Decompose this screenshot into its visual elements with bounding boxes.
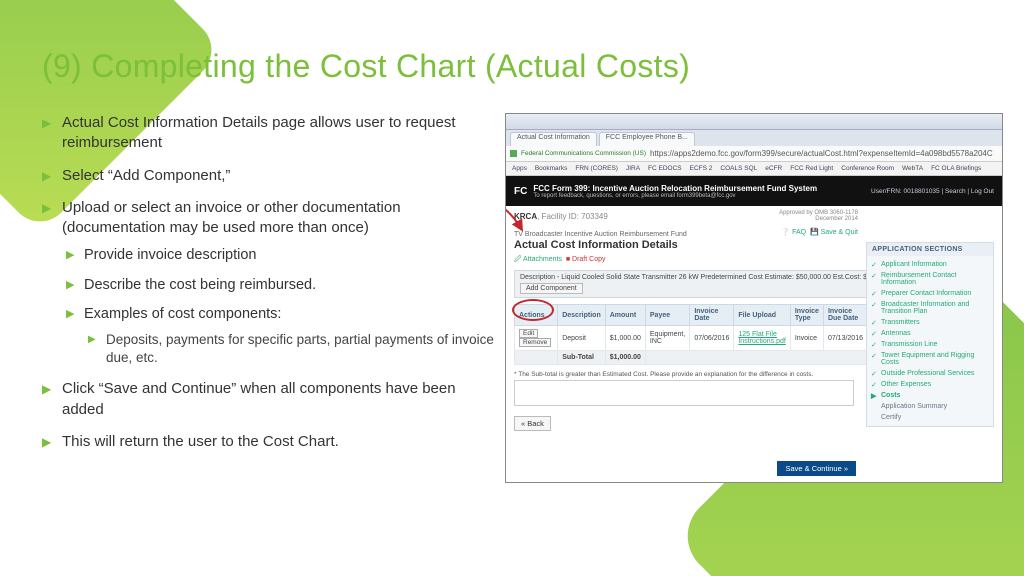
explanation-note: * The Sub-total is greater than Estimate… <box>514 371 854 378</box>
browser-tab[interactable]: FCC Employee Phone B... <box>599 132 695 146</box>
col-invoice-type: Invoice Type <box>790 305 823 326</box>
sidebar-item[interactable]: Reimbursement Contact Information <box>867 270 993 288</box>
entity-name: KRCA, Facility ID: 703349 <box>514 212 994 221</box>
bookmark-item[interactable]: Bookmarks <box>535 165 568 172</box>
sidebar-item[interactable]: Other Expenses <box>867 379 993 390</box>
col-description: Description <box>558 305 606 326</box>
bookmark-item[interactable]: FRN (CORES) <box>575 165 618 172</box>
bullet-l2: Describe the cost being reimbursed. <box>62 276 497 296</box>
add-component-button[interactable]: Add Component <box>520 283 583 294</box>
window-chrome <box>506 114 1002 130</box>
sidebar-item[interactable]: Transmission Line <box>867 339 993 350</box>
bullet-l1: Actual Cost Information Details page all… <box>42 113 497 154</box>
fcc-user-links[interactable]: User/FRN: 0018801035 | Search | Log Out <box>871 188 994 195</box>
explanation-textarea[interactable] <box>514 380 854 406</box>
browser-tabs: Actual Cost Information FCC Employee Pho… <box>506 130 1002 146</box>
slide-bullets: Actual Cost Information Details page all… <box>42 113 497 483</box>
bookmark-item[interactable]: Apps <box>512 165 527 172</box>
browser-tab[interactable]: Actual Cost Information <box>510 132 597 146</box>
url-host: Federal Communications Commission (US) <box>521 150 646 157</box>
bullet-text: Examples of cost components: <box>84 306 281 322</box>
fcc-header: FC FCC Form 399: Incentive Auction Reloc… <box>506 176 1002 206</box>
bookmark-item[interactable]: ECFS 2 <box>690 165 713 172</box>
bookmark-item[interactable]: Conference Room <box>841 165 894 172</box>
cost-table: Actions Description Amount Payee Invoice… <box>514 304 868 365</box>
fcc-subtitle: To report feedback, questions, or errors… <box>533 193 817 199</box>
remove-button[interactable]: Remove <box>519 338 551 347</box>
col-amount: Amount <box>605 305 645 326</box>
bullet-l1: This will return the user to the Cost Ch… <box>42 432 497 452</box>
save-continue-button[interactable]: Save & Continue » <box>777 461 856 476</box>
fcc-logo-icon: FC <box>514 186 527 197</box>
breadcrumb: TV Broadcaster Incentive Auction Reimbur… <box>514 231 994 238</box>
address-bar[interactable]: Federal Communications Commission (US) h… <box>506 146 1002 162</box>
application-sections-panel: APPLICATION SECTIONS Applicant Informati… <box>866 242 994 427</box>
embedded-screenshot: Actual Cost Information FCC Employee Pho… <box>505 113 1003 483</box>
url-path: https://apps2demo.fcc.gov/form399/secure… <box>650 149 993 158</box>
bookmark-item[interactable]: FC EDOCS <box>648 165 682 172</box>
file-link[interactable]: 125 Flat File Instructions.pdf <box>738 331 785 345</box>
bullet-text: Upload or select an invoice or other doc… <box>62 199 401 236</box>
sidebar-item[interactable]: Preparer Contact Information <box>867 288 993 299</box>
back-button[interactable]: « Back <box>514 416 551 431</box>
sidebar-item[interactable]: Tower Equipment and Rigging Costs <box>867 350 993 368</box>
col-invoice-due: Invoice Due Date <box>823 305 867 326</box>
slide-title: (9) Completing the Cost Chart (Actual Co… <box>0 0 1024 85</box>
col-file-upload: File Upload <box>734 305 790 326</box>
bullet-l1: Select “Add Component,” <box>42 166 497 186</box>
fcc-title: FCC Form 399: Incentive Auction Relocati… <box>533 184 817 193</box>
sidebar-item[interactable]: Transmitters <box>867 317 993 328</box>
subtotal-row: Sub-Total$1,000.00 <box>515 351 868 365</box>
bullet-l1: Click “Save and Continue” when all compo… <box>42 379 497 420</box>
sidebar-item[interactable]: Broadcaster Information and Transition P… <box>867 299 993 317</box>
bullet-l2: Provide invoice description <box>62 246 497 266</box>
col-payee: Payee <box>645 305 689 326</box>
edit-button[interactable]: Edit <box>519 329 538 338</box>
panel-header: APPLICATION SECTIONS <box>867 243 993 256</box>
sidebar-item-current[interactable]: Costs <box>867 390 993 401</box>
bookmarks-bar: Apps Bookmarks FRN (CORES) JIRA FC EDOCS… <box>506 162 1002 176</box>
bullet-l3: Deposits, payments for specific parts, p… <box>84 331 497 367</box>
bookmark-item[interactable]: JIRA <box>626 165 640 172</box>
sidebar-item[interactable]: Application Summary <box>867 401 993 412</box>
col-invoice-date: Invoice Date <box>690 305 734 326</box>
bookmark-item[interactable]: FCC Red Light <box>790 165 833 172</box>
lock-icon <box>510 150 517 157</box>
sidebar-item[interactable]: Certify <box>867 412 993 423</box>
sidebar-item[interactable]: Antennas <box>867 328 993 339</box>
sidebar-item[interactable]: Outside Professional Services <box>867 368 993 379</box>
header-links[interactable]: ❔ FAQ 💾 Save & Quit <box>781 228 858 236</box>
bookmark-item[interactable]: WebTA <box>902 165 923 172</box>
bookmark-item[interactable]: FC OLA Briefings <box>931 165 981 172</box>
bullet-l2: Examples of cost components: Deposits, p… <box>62 305 497 367</box>
col-actions: Actions <box>515 305 558 326</box>
bullet-l1: Upload or select an invoice or other doc… <box>42 198 497 368</box>
table-row: EditRemove Deposit $1,000.00 Equipment, … <box>515 326 868 351</box>
bookmark-item[interactable]: COALS SQL <box>720 165 757 172</box>
bookmark-item[interactable]: eCFR <box>765 165 782 172</box>
sidebar-item[interactable]: Applicant Information <box>867 259 993 270</box>
approval-stamp: Approved by OMB 3060-1178December 2014 <box>779 210 858 222</box>
